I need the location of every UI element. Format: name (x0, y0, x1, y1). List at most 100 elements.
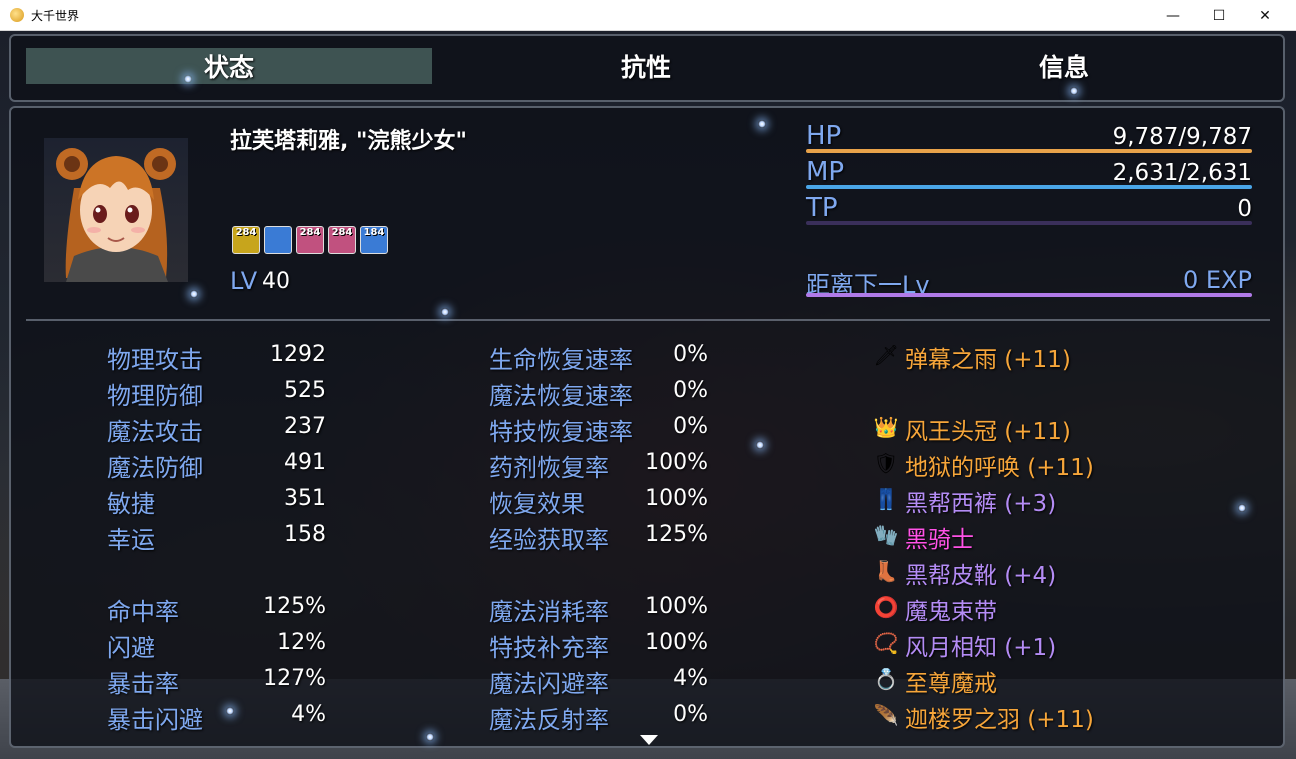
state-wave-icon: 184 (360, 226, 388, 254)
state-turns: 284 (331, 227, 353, 238)
circlet-icon: 👑 (873, 415, 899, 439)
sparkle (426, 733, 434, 741)
param-label: 经验获取率 (489, 526, 609, 554)
param-value: 0% (673, 342, 708, 367)
armor-icon: 🛡 (873, 451, 899, 475)
param-label: 魔法攻击 (107, 418, 203, 446)
mp-gauge (806, 185, 1252, 189)
equipment-name: 弹幕之雨 (+11) (905, 347, 1071, 373)
state-turns: 184 (363, 227, 385, 238)
equipment-name: 黑骑士 (905, 527, 974, 553)
param-value: 12% (277, 630, 326, 655)
param-label: 特技补充率 (489, 634, 609, 662)
param-value: 237 (284, 414, 326, 439)
param-label: 魔法防御 (107, 454, 203, 482)
window-titlebar: 大千世界 — ☐ ✕ (0, 0, 1296, 31)
equipment-name: 风月相知 (+1) (905, 635, 1057, 661)
param-value: 351 (284, 486, 326, 511)
game-area: 状态 抗性 信息 拉芙塔莉雅, "浣熊少女" 284 284 284 184 L… (0, 31, 1296, 759)
sparkle (226, 707, 234, 715)
param-label: 幸运 (107, 526, 155, 554)
tab-status[interactable]: 状态 (26, 48, 432, 84)
param-label: 魔法闪避率 (489, 670, 609, 698)
sparkle (190, 290, 198, 298)
param-label: 恢复效果 (489, 490, 585, 518)
necklace-icon: 📿 (873, 631, 899, 655)
param-label: 闪避 (107, 634, 155, 662)
sparkle (758, 120, 766, 128)
state-shield-icon: 284 (328, 226, 356, 254)
close-button[interactable]: ✕ (1242, 0, 1288, 31)
param-label: 魔法恢复速率 (489, 382, 633, 410)
feather-icon: 🪶 (873, 703, 899, 727)
param-label: 特技恢复速率 (489, 418, 633, 446)
tp-gauge (806, 221, 1252, 225)
state-ankh-icon: 284 (232, 226, 260, 254)
tab-resistance[interactable]: 抗性 (443, 48, 849, 84)
state-turns: 284 (299, 227, 321, 238)
param-value: 127% (263, 666, 326, 691)
window-title: 大千世界 (31, 9, 80, 23)
hp-value: 9,787/9,787 (1112, 124, 1252, 150)
param-value: 125% (263, 594, 326, 619)
hp-gauge (806, 149, 1252, 153)
app-icon (10, 8, 24, 22)
param-label: 暴击闪避 (107, 706, 203, 734)
param-value: 4% (673, 666, 708, 691)
dagger-icon: 🗡 (873, 343, 899, 367)
sparkle (441, 308, 449, 316)
param-label: 生命恢复速率 (489, 346, 633, 374)
tab-info[interactable]: 信息 (861, 48, 1267, 84)
boots-icon: 👢 (873, 559, 899, 583)
param-label: 物理防御 (107, 382, 203, 410)
sparkle (1238, 504, 1246, 512)
param-label: 命中率 (107, 598, 179, 626)
divider (26, 319, 1270, 321)
param-value: 1292 (270, 342, 326, 367)
mp-label: MP (806, 157, 845, 187)
state-heart-icon: 284 (296, 226, 324, 254)
param-value: 0% (673, 414, 708, 439)
param-value: 525 (284, 378, 326, 403)
tp-label: TP (806, 193, 838, 223)
maximize-button[interactable]: ☐ (1196, 0, 1242, 31)
actor-name: 拉芙塔莉雅, "浣熊少女" (230, 129, 467, 154)
actor-portrait (44, 138, 188, 282)
scroll-down-arrow-icon[interactable] (640, 735, 658, 745)
param-value: 0% (673, 702, 708, 727)
sparkle (184, 75, 192, 83)
param-value: 100% (645, 594, 708, 619)
equipment-name: 迦楼罗之羽 (+11) (905, 707, 1094, 733)
param-label: 魔法反射率 (489, 706, 609, 734)
param-value: 4% (291, 702, 326, 727)
equipment-name: 魔鬼束带 (905, 599, 997, 625)
param-label: 物理攻击 (107, 346, 203, 374)
equipment-name: 黑帮西裤 (+3) (905, 491, 1057, 517)
equipment-name: 风王头冠 (+11) (905, 419, 1071, 445)
ring-icon: 💍 (873, 667, 899, 691)
hp-label: HP (806, 121, 842, 151)
sparkle (756, 441, 764, 449)
param-value: 491 (284, 450, 326, 475)
param-value: 100% (645, 450, 708, 475)
state-swirl-icon (264, 226, 292, 254)
level-value: 40 (262, 269, 290, 294)
exp-gauge (806, 293, 1252, 297)
param-value: 125% (645, 522, 708, 547)
minimize-button[interactable]: — (1150, 0, 1196, 31)
tab-window: 状态 抗性 信息 (9, 34, 1285, 102)
param-value: 0% (673, 378, 708, 403)
pants-icon: 👖 (873, 487, 899, 511)
gauntlet-icon: 🧤 (873, 523, 899, 547)
portrait-image (56, 148, 176, 282)
param-label: 敏捷 (107, 490, 155, 518)
level-label: LV (230, 267, 258, 295)
equipment-name: 黑帮皮靴 (+4) (905, 563, 1057, 589)
equipment-name: 地狱的呼唤 (+11) (905, 455, 1094, 481)
exp-value: 0 EXP (1183, 266, 1252, 294)
sparkle (1070, 87, 1078, 95)
param-value: 100% (645, 486, 708, 511)
param-label: 魔法消耗率 (489, 598, 609, 626)
mp-value: 2,631/2,631 (1112, 160, 1252, 186)
param-value: 100% (645, 630, 708, 655)
